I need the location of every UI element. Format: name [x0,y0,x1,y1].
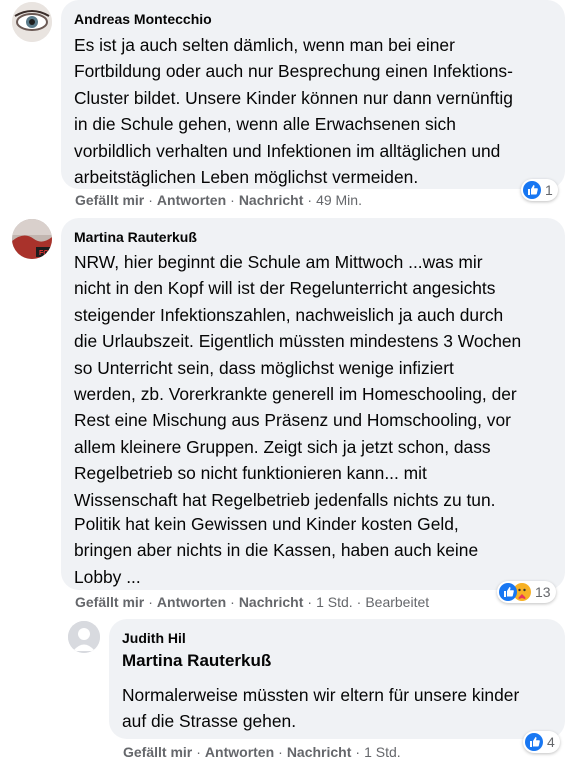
avatar[interactable] [68,621,100,653]
reaction-summary[interactable]: 4 [523,731,560,753]
mention-tag[interactable]: Martina Rauterkuß [122,651,271,671]
comment-text: Normalerweise müssten wir eltern für uns… [122,685,520,732]
comment-bubble: Judith Hil Martina Rauterkuß Normalerwei… [109,619,565,739]
like-button[interactable]: Gefällt mir [123,744,192,760]
reply-judith: Judith Hil Martina Rauterkuß Normalerwei… [0,0,579,769]
reply-button[interactable]: Antworten [205,744,274,760]
reaction-count: 4 [547,734,555,750]
default-avatar-icon [68,621,100,653]
like-reaction-icon [525,733,543,751]
comment-timestamp[interactable]: 1 Std. [364,744,401,760]
comment-author[interactable]: Judith Hil [122,629,186,647]
comment-actions: Gefällt mir · Antworten · Nachricht · 1 Std. [123,744,401,760]
message-button[interactable]: Nachricht [287,744,352,760]
like-reaction-icon [499,583,517,601]
